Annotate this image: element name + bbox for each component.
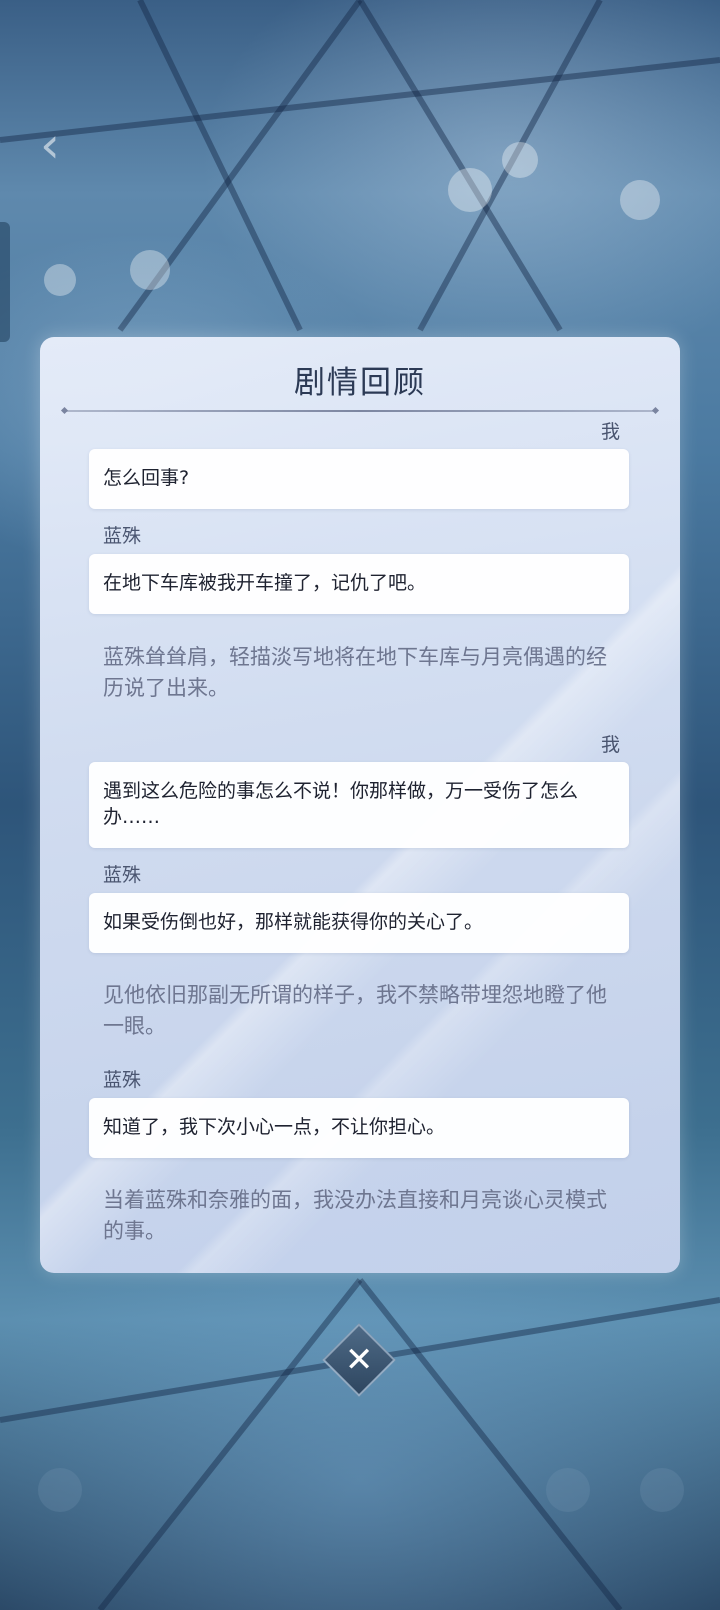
back-arrow-icon[interactable]: ‹ (28, 118, 72, 172)
dialogue-bubble: 遇到这么危险的事怎么不说！你那样做，万一受伤了怎么办…… (89, 762, 629, 848)
speaker-label: 我 (600, 421, 620, 443)
dialogue-bubble: 怎么回事? (89, 449, 629, 509)
dialogue-bubble: 如果受伤倒也好，那样就能获得你的关心了。 (89, 893, 629, 953)
dialogue-bubble: 知道了，我下次小心一点，不让你担心。 (89, 1098, 629, 1158)
speaker-label: 蓝殊 (103, 864, 142, 886)
bottom-right-icon-1 (546, 1468, 590, 1512)
bottom-left-icon (38, 1468, 82, 1512)
speaker-label: 蓝殊 (103, 525, 142, 547)
speaker-label: 蓝殊 (103, 1069, 142, 1091)
speaker-label: 我 (600, 734, 620, 756)
narration-text: 当着蓝殊和奈雅的面，我没办法直接和月亮谈心灵模式的事。 (103, 1188, 607, 1243)
dialogue-bubble: 在地下车库被我开车撞了，记仇了吧。 (89, 554, 629, 614)
story-review-panel: 剧情回顾 我 怎么回事? 蓝殊 在地下车库被我开车撞了，记仇了吧。 蓝殊耸耸肩，… (40, 337, 680, 1273)
close-icon: ✕ (344, 1340, 374, 1380)
panel-title: 剧情回顾 (294, 365, 426, 401)
bottom-right-icon-2 (640, 1468, 684, 1512)
narration-text: 见他依旧那副无所谓的样子，我不禁略带埋怨地瞪了他一眼。 (103, 983, 607, 1038)
title-divider (64, 410, 656, 412)
narration-text: 蓝殊耸耸肩，轻描淡写地将在地下车库与月亮偶遇的经历说了出来。 (103, 645, 607, 700)
side-tab (0, 222, 10, 342)
